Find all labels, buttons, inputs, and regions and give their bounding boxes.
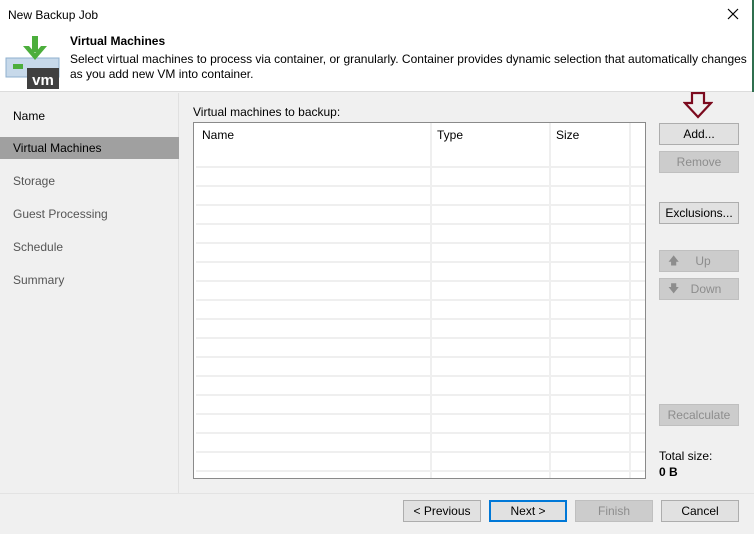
add-button[interactable]: Add... — [659, 123, 739, 145]
sidebar-item-summary[interactable]: Summary — [0, 269, 179, 291]
total-size-label: Total size: — [659, 449, 713, 463]
row-divider — [196, 299, 645, 301]
vm-list-header: Name Type Size — [194, 123, 645, 145]
sidebar-item-virtual-machines[interactable]: Virtual Machines — [0, 137, 179, 159]
row-divider — [196, 261, 645, 263]
row-divider — [196, 204, 645, 206]
row-divider — [196, 318, 645, 320]
step-description: Select virtual machines to process via c… — [70, 52, 747, 81]
sidebar-item-storage[interactable]: Storage — [0, 170, 179, 192]
sidebar-item-guest-processing[interactable]: Guest Processing — [0, 203, 179, 225]
row-divider — [196, 451, 645, 453]
next-button[interactable]: Next > — [489, 500, 567, 522]
wizard-steps-sidebar: Name Virtual Machines Storage Guest Proc… — [0, 93, 179, 493]
sidebar-item-schedule[interactable]: Schedule — [0, 236, 179, 258]
row-divider — [196, 166, 645, 168]
row-divider — [196, 375, 645, 377]
down-button-label: Down — [690, 282, 722, 296]
recalculate-button[interactable]: Recalculate — [659, 404, 739, 426]
sidebar-item-name[interactable]: Name — [0, 105, 179, 127]
previous-button[interactable]: < Previous — [403, 500, 481, 522]
column-header-size[interactable]: Size — [556, 128, 579, 142]
vm-list[interactable]: Name Type Size — [193, 122, 646, 479]
remove-button[interactable]: Remove — [659, 151, 739, 173]
arrow-up-icon: 🡅 — [668, 255, 680, 267]
total-size-value: 0 B — [659, 465, 678, 479]
svg-text:vm: vm — [32, 72, 54, 89]
vm-list-label: Virtual machines to backup: — [193, 105, 341, 119]
row-divider — [196, 185, 645, 187]
up-button[interactable]: 🡅 Up — [659, 250, 739, 272]
arrow-down-icon: 🡇 — [668, 283, 680, 295]
step-title: Virtual Machines — [70, 34, 166, 48]
up-button-label: Up — [695, 254, 711, 268]
row-divider — [196, 280, 645, 282]
footer-separator — [0, 493, 754, 494]
window-title: New Backup Job — [8, 8, 99, 22]
row-divider — [196, 432, 645, 434]
wizard-header: New Backup Job vm Virtual Machines Selec… — [0, 0, 754, 92]
arrow-down-marker-icon — [683, 92, 713, 119]
vm-download-icon: vm — [5, 36, 60, 89]
row-divider — [196, 337, 645, 339]
row-divider — [196, 242, 645, 244]
exclusions-button[interactable]: Exclusions... — [659, 202, 739, 224]
row-divider — [196, 394, 645, 396]
row-divider — [196, 413, 645, 415]
close-button[interactable] — [722, 4, 744, 24]
cancel-button[interactable]: Cancel — [661, 500, 739, 522]
row-divider — [196, 223, 645, 225]
row-divider — [196, 356, 645, 358]
column-header-type[interactable]: Type — [437, 128, 463, 142]
row-divider — [196, 470, 645, 472]
column-header-name[interactable]: Name — [202, 128, 234, 142]
finish-button[interactable]: Finish — [575, 500, 653, 522]
down-button[interactable]: 🡇 Down — [659, 278, 739, 300]
close-icon — [727, 8, 739, 20]
